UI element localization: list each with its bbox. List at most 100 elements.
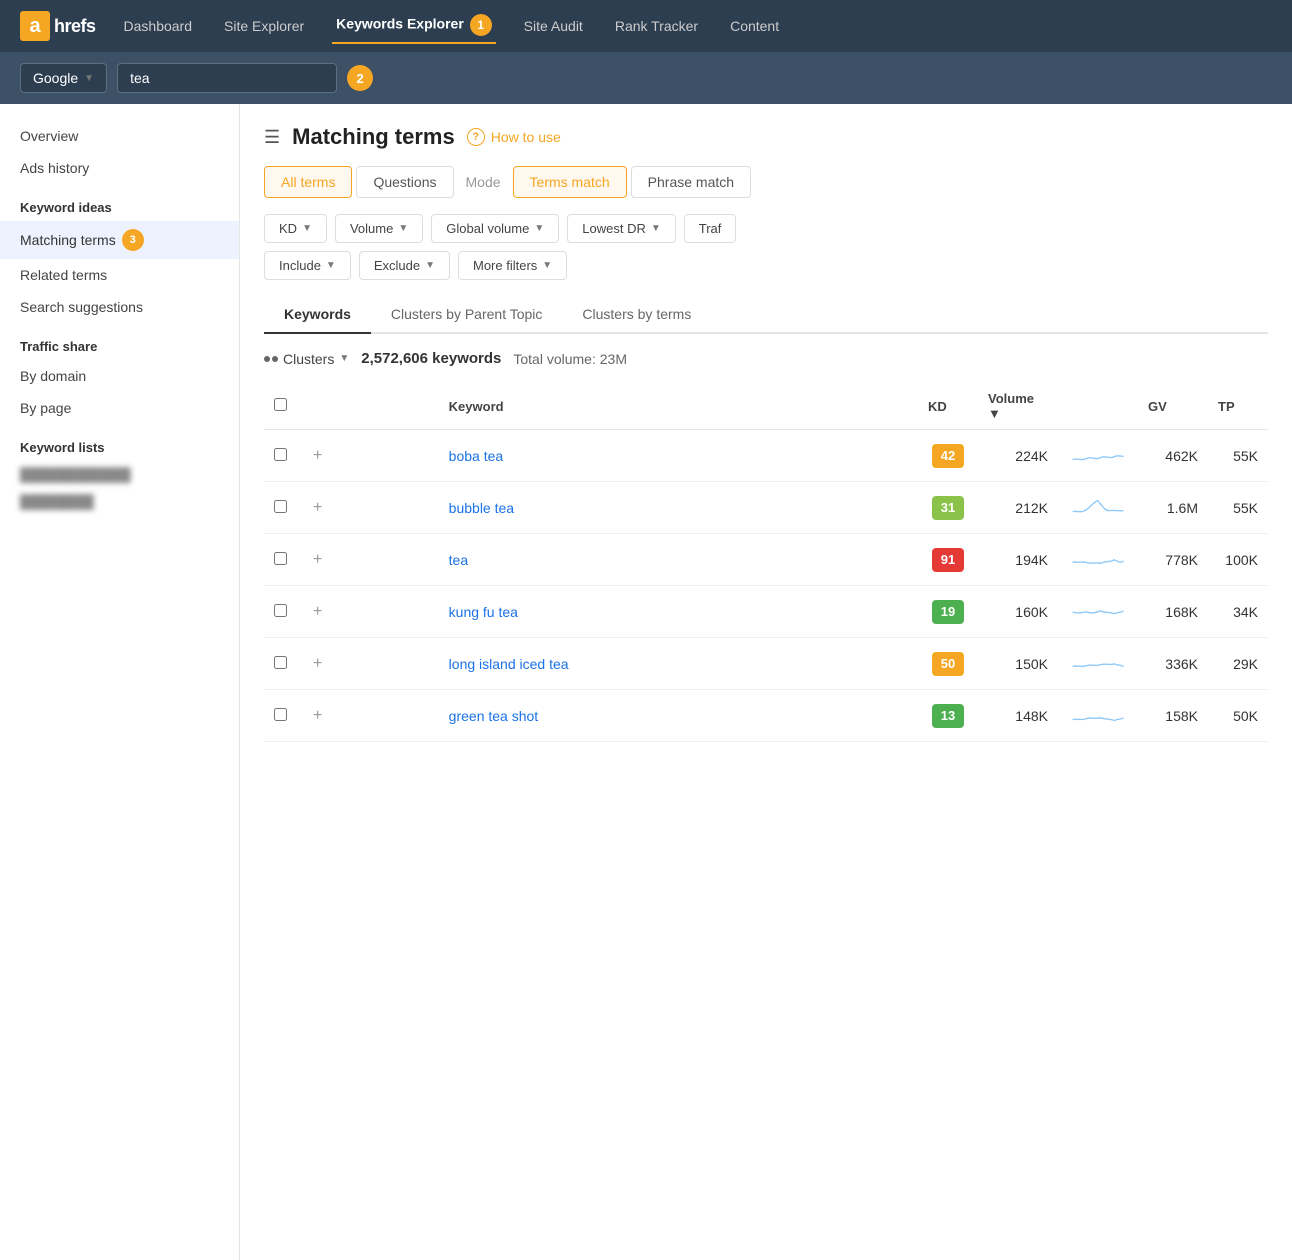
sidebar-section-keyword-lists: Keyword lists [0, 424, 239, 461]
row-keyword-cell: long island iced tea [439, 638, 918, 690]
page-header: ☰ Matching terms ? How to use [264, 124, 1268, 150]
chevron-down-icon: ▼ [326, 260, 336, 271]
col-header-kd[interactable]: KD [918, 383, 978, 430]
nav-site-explorer[interactable]: Site Explorer [220, 12, 308, 40]
filter-exclude[interactable]: Exclude ▼ [359, 251, 450, 280]
tab-all-terms[interactable]: All terms [264, 166, 352, 198]
filter-traf[interactable]: Traf [684, 214, 737, 243]
sidebar-item-overview[interactable]: Overview [0, 120, 239, 152]
clusters-button[interactable]: Clusters ▼ [264, 351, 349, 367]
chevron-down-icon: ▼ [534, 223, 544, 234]
keyword-link[interactable]: tea [449, 552, 468, 568]
nav-rank-tracker[interactable]: Rank Tracker [611, 12, 702, 40]
sidebar-item-search-suggestions[interactable]: Search suggestions [0, 291, 239, 323]
row-checkbox-5[interactable] [274, 708, 287, 721]
add-keyword-button[interactable]: + [307, 601, 328, 622]
col-header-tp[interactable]: TP [1208, 383, 1268, 430]
keyword-link[interactable]: green tea shot [449, 708, 539, 724]
search-input[interactable] [117, 63, 337, 93]
logo-text: hrefs [54, 16, 96, 37]
row-chart-cell [1058, 430, 1138, 482]
filters-row-1: KD ▼ Volume ▼ Global volume ▼ Lowest DR … [264, 214, 1268, 243]
sidebar-keyword-list-2[interactable]: ████████ [0, 488, 239, 515]
row-keyword-cell: bubble tea [439, 482, 918, 534]
filter-more[interactable]: More filters ▼ [458, 251, 567, 280]
row-checkbox-4[interactable] [274, 656, 287, 669]
row-gv-cell: 336K [1138, 638, 1208, 690]
add-keyword-button[interactable]: + [307, 497, 328, 518]
keyword-link[interactable]: boba tea [449, 448, 504, 464]
filter-volume[interactable]: Volume ▼ [335, 214, 423, 243]
chevron-down-icon: ▼ [302, 223, 312, 234]
nav-site-audit[interactable]: Site Audit [520, 12, 587, 40]
tab-phrase-match[interactable]: Phrase match [631, 166, 751, 198]
row-gv-cell: 158K [1138, 690, 1208, 742]
add-keyword-button[interactable]: + [307, 445, 328, 466]
kd-badge: 13 [932, 704, 964, 728]
how-to-use-link[interactable]: ? How to use [467, 128, 561, 146]
sidebar-item-ads-history[interactable]: Ads history [0, 152, 239, 184]
result-tab-clusters-parent[interactable]: Clusters by Parent Topic [371, 296, 562, 334]
keyword-link[interactable]: bubble tea [449, 500, 514, 516]
filter-lowest-dr[interactable]: Lowest DR ▼ [567, 214, 675, 243]
keyword-link[interactable]: kung fu tea [449, 604, 518, 620]
nav-badge-1: 1 [470, 14, 492, 36]
tab-questions[interactable]: Questions [356, 166, 453, 198]
result-tab-clusters-terms[interactable]: Clusters by terms [562, 296, 711, 334]
row-checkbox-3[interactable] [274, 604, 287, 617]
filter-kd[interactable]: KD ▼ [264, 214, 327, 243]
logo[interactable]: a hrefs [20, 11, 96, 41]
cluster-icon [264, 356, 278, 362]
add-keyword-button[interactable]: + [307, 705, 328, 726]
row-checkbox-cell [264, 690, 297, 742]
filter-include[interactable]: Include ▼ [264, 251, 351, 280]
col-header-volume[interactable]: Volume ▼ [978, 383, 1058, 430]
row-volume-cell: 150K [978, 638, 1058, 690]
sidebar-keyword-list-1[interactable]: ████████████ [0, 461, 239, 488]
result-tab-keywords[interactable]: Keywords [264, 296, 371, 334]
add-keyword-button[interactable]: + [307, 549, 328, 570]
row-checkbox-cell [264, 482, 297, 534]
chevron-down-icon: ▼ [339, 353, 349, 364]
row-kd-cell: 91 [918, 534, 978, 586]
row-checkbox-1[interactable] [274, 500, 287, 513]
nav-content[interactable]: Content [726, 12, 783, 40]
help-icon: ? [467, 128, 485, 146]
sidebar-badge-3: 3 [122, 229, 144, 251]
row-chart-cell [1058, 534, 1138, 586]
row-checkbox-2[interactable] [274, 552, 287, 565]
engine-select[interactable]: Google ▼ [20, 63, 107, 93]
sidebar-item-related-terms[interactable]: Related terms [0, 259, 239, 291]
sidebar: Overview Ads history Keyword ideas Match… [0, 104, 240, 1260]
sparkline-chart [1068, 440, 1128, 468]
row-keyword-cell: kung fu tea [439, 586, 918, 638]
nav-dashboard[interactable]: Dashboard [120, 12, 197, 40]
menu-icon[interactable]: ☰ [264, 127, 280, 148]
row-add-cell: + [297, 430, 439, 482]
sidebar-item-matching-terms[interactable]: Matching terms 3 [0, 221, 239, 259]
row-tp-cell: 55K [1208, 482, 1268, 534]
keywords-count: 2,572,606 keywords [361, 350, 501, 367]
col-header-add [297, 383, 439, 430]
chevron-down-icon: ▼ [651, 223, 661, 234]
keyword-link[interactable]: long island iced tea [449, 656, 569, 672]
table-row: + bubble tea 31 212K 1.6M 55K [264, 482, 1268, 534]
chevron-down-icon: ▼ [398, 223, 408, 234]
row-checkbox-0[interactable] [274, 448, 287, 461]
sidebar-item-by-domain[interactable]: By domain [0, 360, 239, 392]
filter-global-volume[interactable]: Global volume ▼ [431, 214, 559, 243]
tab-terms-match[interactable]: Terms match [513, 166, 627, 198]
sparkline-chart [1068, 492, 1128, 520]
select-all-checkbox[interactable] [274, 398, 287, 411]
kd-badge: 19 [932, 600, 964, 624]
add-keyword-button[interactable]: + [307, 653, 328, 674]
main-content: ☰ Matching terms ? How to use All terms … [240, 104, 1292, 1260]
main-layout: Overview Ads history Keyword ideas Match… [0, 104, 1292, 1260]
col-header-gv[interactable]: GV [1138, 383, 1208, 430]
sidebar-item-by-page[interactable]: By page [0, 392, 239, 424]
search-bar: Google ▼ 2 [0, 52, 1292, 104]
sparkline-chart [1068, 596, 1128, 624]
nav-keywords-explorer[interactable]: Keywords Explorer 1 [332, 8, 496, 44]
row-chart-cell [1058, 482, 1138, 534]
col-header-checkbox [264, 383, 297, 430]
